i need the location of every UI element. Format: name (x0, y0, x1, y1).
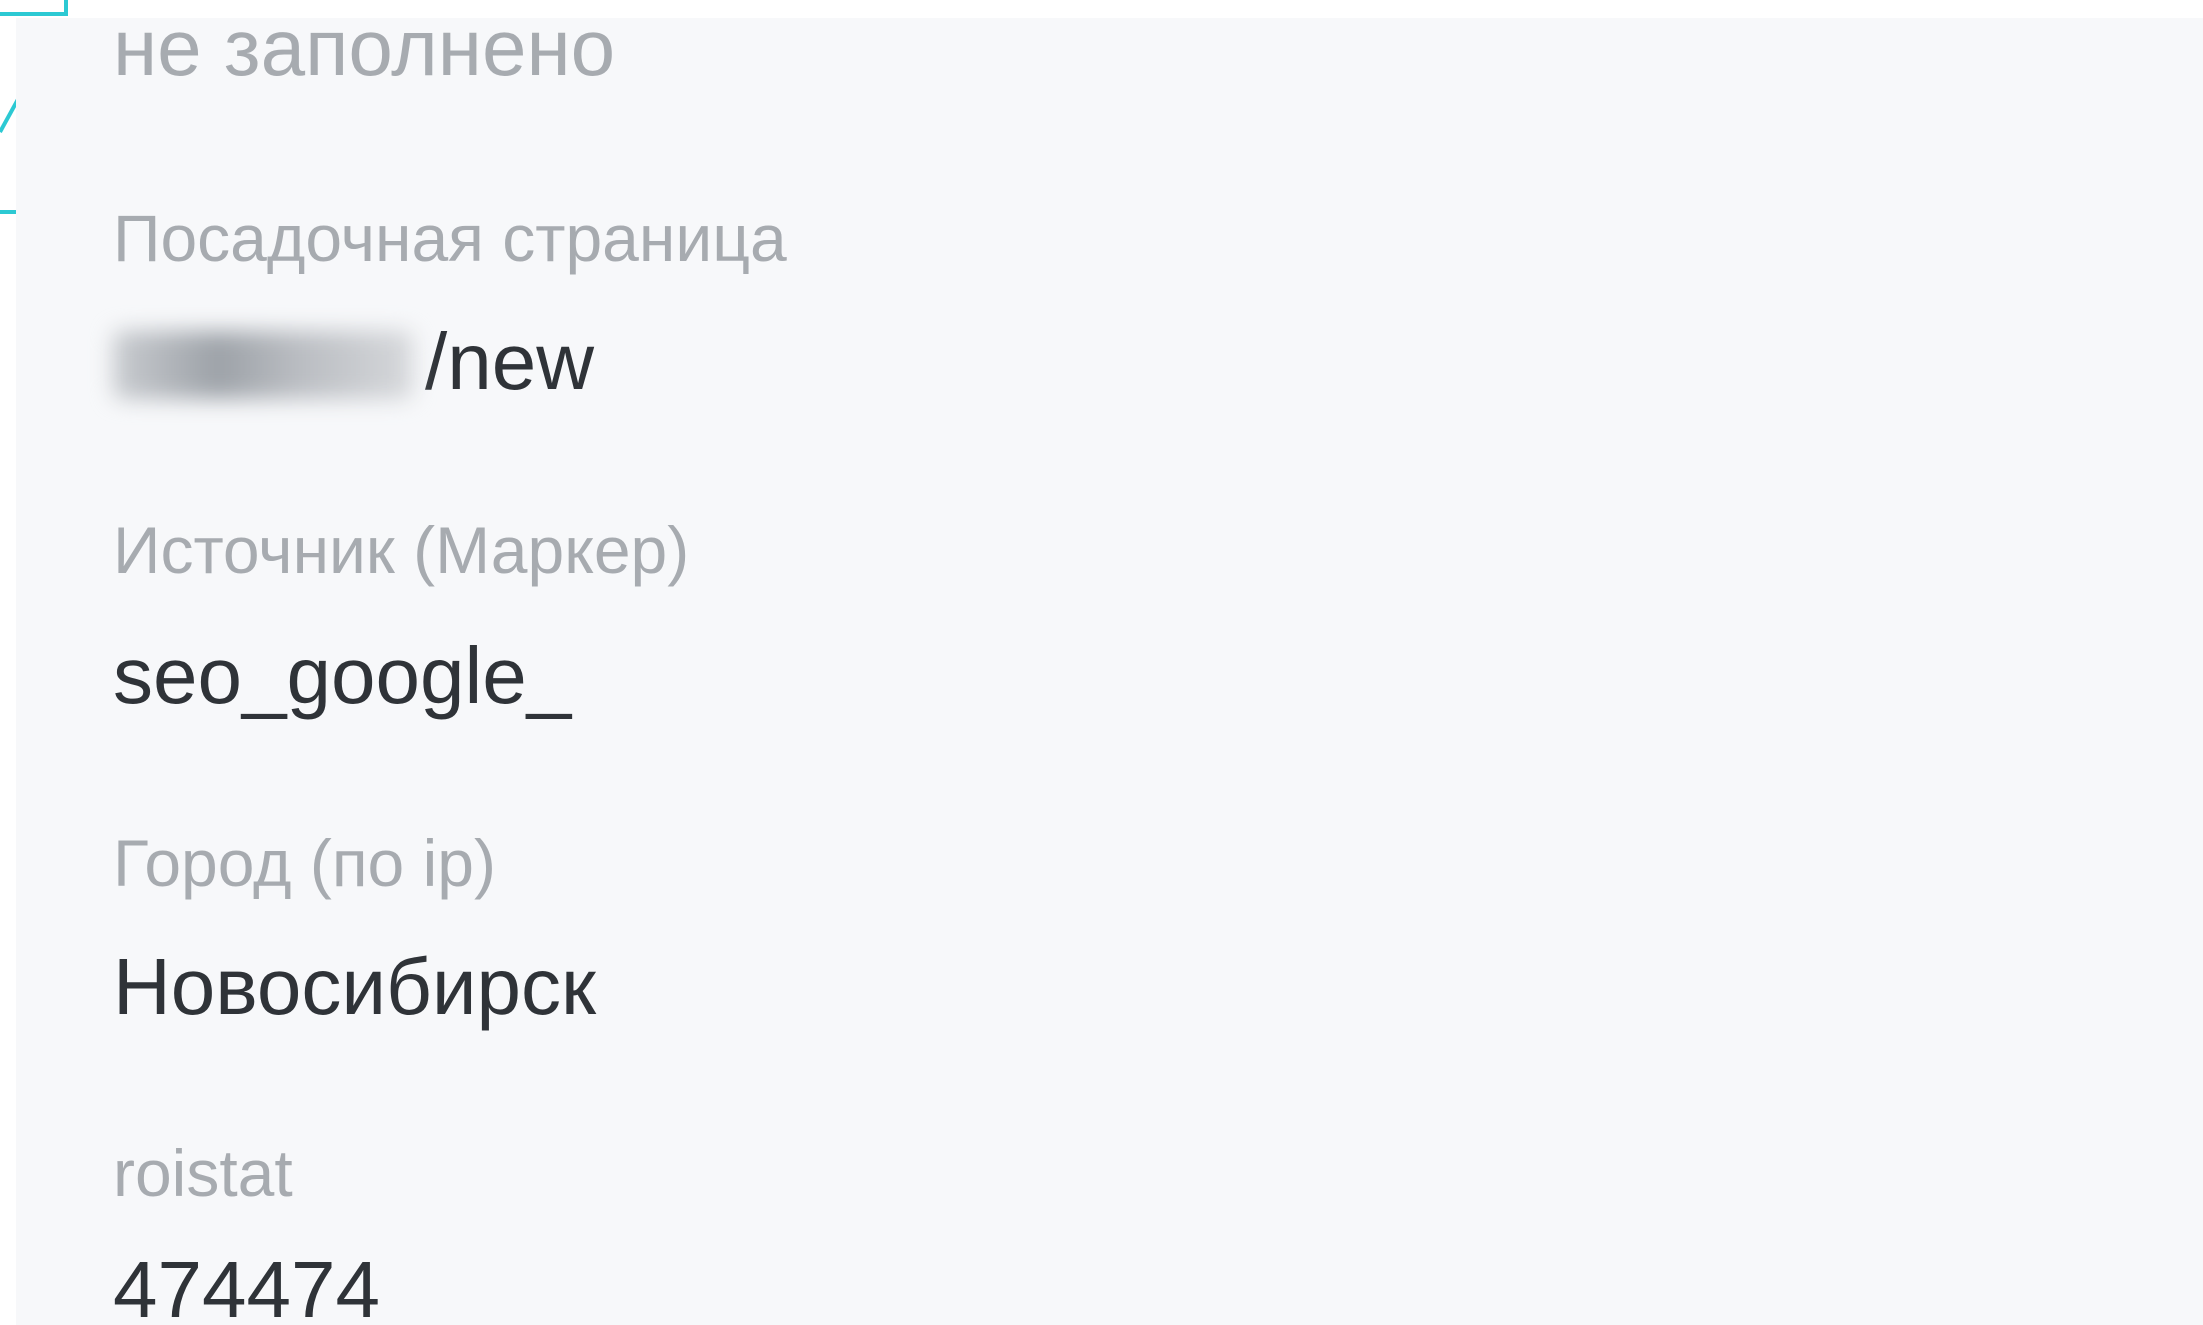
city-label: Город (по ip) (113, 826, 496, 900)
landing-page-label: Посадочная страница (113, 201, 787, 275)
landing-page-value: /new (113, 322, 594, 402)
source-value: seo_google_ (113, 631, 572, 720)
city-value: Новосибирск (113, 942, 597, 1031)
roistat-label: roistat (113, 1136, 293, 1210)
roistat-value: 474474 (113, 1245, 380, 1325)
source-label: Источник (Маркер) (113, 513, 690, 587)
redacted-domain (113, 331, 413, 399)
screenshot-stage: не заполнено Посадочная страница /new Ис… (0, 0, 2203, 1325)
landing-page-path: /new (425, 317, 594, 406)
status-value: не заполнено (113, 3, 616, 92)
